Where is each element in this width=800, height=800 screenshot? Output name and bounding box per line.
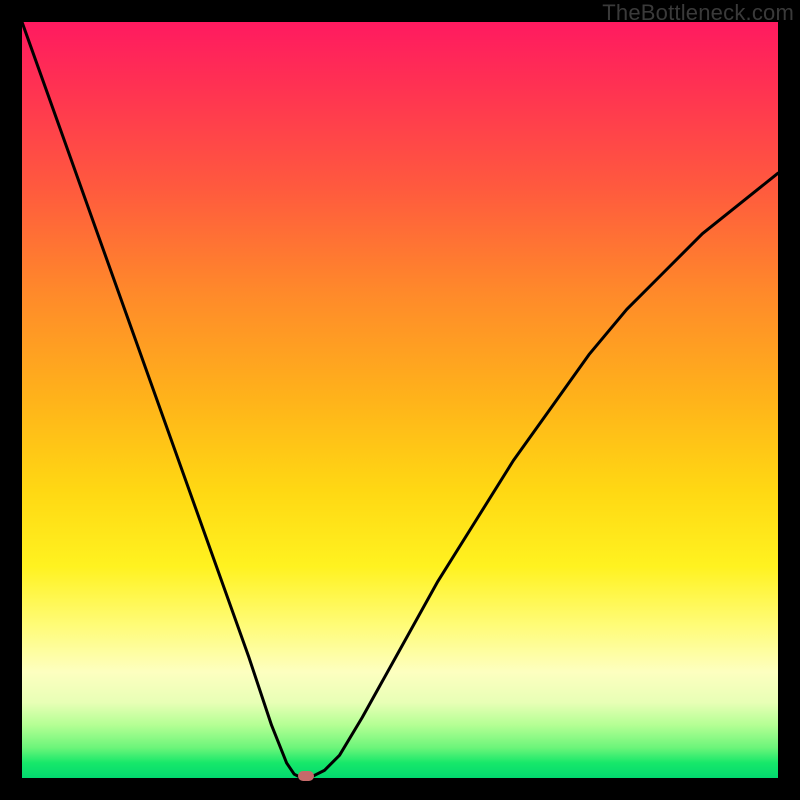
minimum-marker (298, 771, 314, 781)
bottleneck-curve (22, 22, 778, 778)
chart-frame (22, 22, 778, 778)
